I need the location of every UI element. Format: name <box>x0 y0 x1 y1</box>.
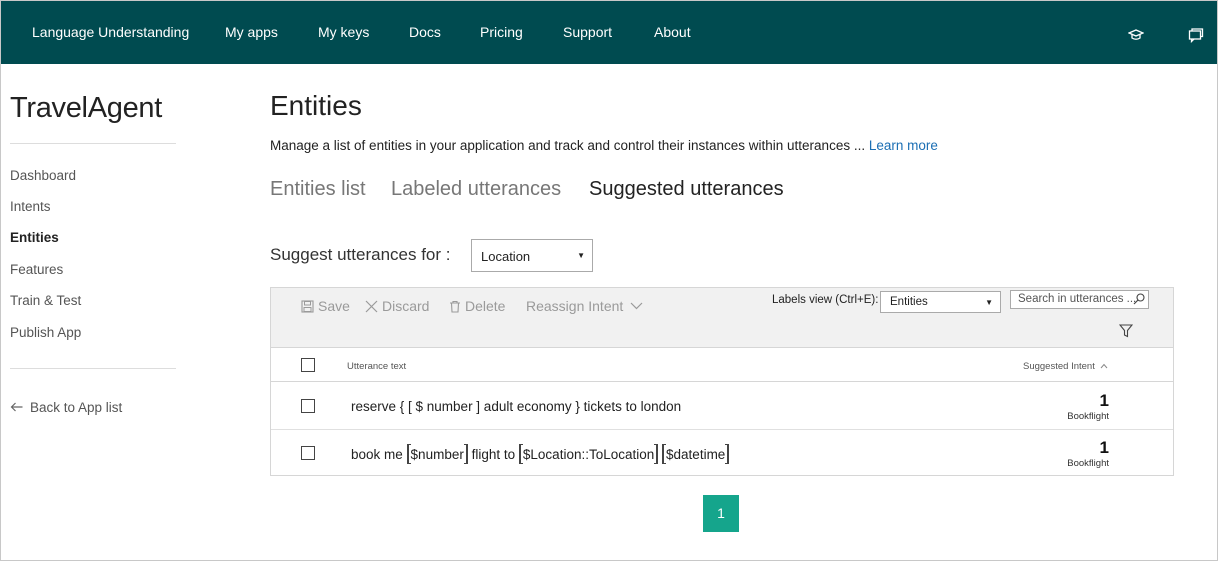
entity-bracket-close <box>725 444 730 464</box>
utterance-text: reserve { [ $ number ] adult economy } t… <box>351 399 682 414</box>
sidebar-divider <box>10 143 176 144</box>
table-row[interactable]: reserve { [ $ number ] adult economy } t… <box>271 383 1173 430</box>
save-label: Save <box>318 298 350 314</box>
discard-label: Discard <box>382 298 430 314</box>
nav-pricing[interactable]: Pricing <box>480 1 523 64</box>
tab-suggested-utterances[interactable]: Suggested utterances <box>589 178 784 201</box>
delete-label: Delete <box>465 298 506 314</box>
suggested-count: 1 <box>1099 438 1109 457</box>
tab-entities-list[interactable]: Entities list <box>270 178 366 201</box>
reassign-label: Reassign Intent <box>526 298 624 314</box>
trash-icon <box>450 300 460 313</box>
save-button[interactable]: Save <box>301 298 350 314</box>
sidebar-item-dashboard[interactable]: Dashboard <box>10 168 76 183</box>
description-text: Manage a list of entities in your applic… <box>270 138 869 153</box>
entity-bracket-close <box>463 444 468 464</box>
nav-support[interactable]: Support <box>563 1 612 64</box>
sidebar-item-train-test[interactable]: Train & Test <box>10 293 81 308</box>
grid-header-row: Utterance text Suggested Intent <box>271 348 1173 382</box>
arrow-left-icon <box>10 400 24 415</box>
back-to-app-list-link[interactable]: Back to App list <box>10 400 122 415</box>
sidebar-item-entities[interactable]: Entities <box>10 230 59 245</box>
sidebar-divider <box>10 368 176 369</box>
utterance-middle: flight to <box>471 447 516 462</box>
filter-icon[interactable] <box>1118 324 1134 343</box>
nav-about[interactable]: About <box>654 1 691 64</box>
chevron-down-icon <box>630 302 643 310</box>
entity-token-number[interactable]: $number <box>411 447 464 462</box>
entity-token-datetime[interactable]: $datetime <box>666 447 725 462</box>
learn-more-link[interactable]: Learn more <box>869 138 938 153</box>
top-nav-bar: Language Understanding My apps My keys D… <box>1 1 1217 64</box>
utterances-grid: Save Discard Delete Reassign Intent Labe… <box>270 287 1174 476</box>
nav-language-understanding[interactable]: Language Understanding <box>32 1 189 64</box>
grid-toolbar: Save Discard Delete Reassign Intent Labe… <box>271 288 1173 348</box>
nav-my-keys[interactable]: My keys <box>318 1 369 64</box>
column-header-utterance[interactable]: Utterance text <box>347 361 406 372</box>
chat-icon[interactable] <box>1188 27 1204 44</box>
table-row[interactable]: book me $number flight to $Location::ToL… <box>271 430 1173 477</box>
suggest-utterances-label: Suggest utterances for : <box>270 245 451 264</box>
save-icon <box>301 300 314 313</box>
entity-select-value: Location <box>481 249 531 264</box>
discard-button[interactable]: Discard <box>365 298 429 314</box>
sidebar-item-features[interactable]: Features <box>10 262 63 277</box>
chevron-down-icon: ▼ <box>577 251 585 260</box>
sidebar-item-intents[interactable]: Intents <box>10 199 51 214</box>
utterance-text: book me $number flight to $Location::ToL… <box>351 444 730 464</box>
select-all-checkbox[interactable] <box>301 358 315 372</box>
reassign-intent-button[interactable]: Reassign Intent <box>526 298 647 314</box>
graduation-cap-icon[interactable] <box>1127 27 1145 43</box>
labels-view-label: Labels view (Ctrl+E): <box>772 294 879 306</box>
suggested-intent[interactable]: Bookflight <box>1067 458 1109 469</box>
sort-ascending-icon <box>1101 363 1108 369</box>
labels-view-select[interactable]: Entities ▼ <box>880 291 1001 313</box>
close-icon <box>365 300 378 313</box>
search-input[interactable]: Search in utterances ... <box>1010 290 1149 309</box>
page-title: Entities <box>270 90 362 121</box>
app-name: TravelAgent <box>10 92 162 124</box>
entity-token-location[interactable]: $Location::ToLocation <box>523 447 654 462</box>
suggested-count: 1 <box>1099 391 1109 410</box>
search-placeholder: Search in utterances ... <box>1018 293 1137 305</box>
column-header-intent-label: Suggested Intent <box>1023 361 1095 372</box>
tab-labeled-utterances[interactable]: Labeled utterances <box>391 178 561 201</box>
entity-select[interactable]: Location ▼ <box>471 239 593 272</box>
nav-my-apps[interactable]: My apps <box>225 1 278 64</box>
labels-view-value: Entities <box>890 296 928 308</box>
row-checkbox[interactable] <box>301 446 315 460</box>
row-checkbox[interactable] <box>301 399 315 413</box>
chevron-down-icon: ▼ <box>985 298 993 307</box>
back-label: Back to App list <box>30 400 123 415</box>
delete-button[interactable]: Delete <box>449 298 505 314</box>
nav-docs[interactable]: Docs <box>409 1 441 64</box>
utterance-prefix: book me <box>351 447 403 462</box>
suggested-intent[interactable]: Bookflight <box>1067 411 1109 422</box>
entity-bracket-close <box>654 444 659 464</box>
search-icon[interactable] <box>1133 293 1145 308</box>
column-header-suggested-intent[interactable]: Suggested Intent <box>1023 361 1108 372</box>
page-description: Manage a list of entities in your applic… <box>270 138 938 153</box>
pagination-page-1[interactable]: 1 <box>703 495 739 532</box>
sidebar-item-publish-app[interactable]: Publish App <box>10 325 81 340</box>
